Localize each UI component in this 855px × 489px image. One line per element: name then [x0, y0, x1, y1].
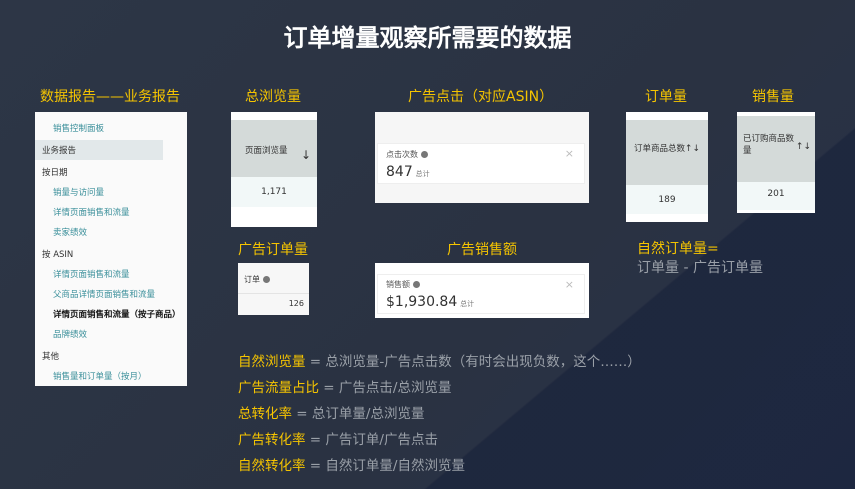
clicks-metric-tile[interactable]: 点击次数 × 847 总计 — [377, 143, 585, 184]
clicks-value: 847 — [386, 164, 413, 180]
clicks-suffix: 总计 — [415, 170, 430, 178]
units-value: 201 — [737, 182, 815, 210]
orders-card: 订单商品总数 ↑↓ 189 — [626, 112, 708, 222]
ad-sales-header: 销售额 — [386, 280, 410, 289]
formula-line: 广告流量占比 = 广告点击/总浏览量 — [238, 376, 451, 396]
sidebar-item: 其他 — [42, 352, 60, 362]
formula-name: 广告转化率 — [238, 432, 306, 448]
label-organic-orders: 自然订单量= — [637, 241, 719, 257]
info-icon — [420, 151, 428, 158]
sidebar-item: 按日期 — [42, 168, 68, 178]
ad-sales-metric-tile[interactable]: 销售额 × $1,930.84 总计 — [377, 274, 585, 314]
clicks-header: 点击次数 — [386, 150, 418, 159]
orders-column-header[interactable]: 订单商品总数 ↑↓ — [626, 120, 708, 185]
label-orders: 订单量 — [645, 89, 687, 105]
formula-expression: = 广告点击/总浏览量 — [319, 380, 452, 396]
sidebar-item[interactable]: 销售量和订单量（按月） — [35, 366, 187, 386]
report-sidebar: 销售控制面板 业务报告按日期销量与访问量 详情页面销售和流量 卖家绩效按 ASIN 详情… — [35, 112, 187, 386]
sidebar-item[interactable]: 卖家绩效 — [35, 222, 187, 242]
sort-icon[interactable]: ↑↓ — [685, 144, 700, 154]
close-icon[interactable]: × — [565, 278, 574, 291]
sidebar-item[interactable]: 销量与访问量 — [35, 182, 187, 202]
pageviews-value: 1,171 — [231, 177, 317, 207]
ad-sales-value: $1,930.84 — [386, 294, 458, 310]
sidebar-item[interactable]: 品牌绩效 — [35, 324, 187, 344]
sidebar-item: 按 ASIN — [42, 250, 74, 260]
sidebar-item[interactable]: 父商品详情页面销售和流量 — [35, 284, 187, 304]
organic-orders-formula: 订单量 - 广告订单量 — [637, 260, 763, 276]
header-text: 订单商品总数 — [634, 144, 686, 154]
sort-down-icon[interactable]: ↓ — [301, 148, 311, 162]
formula-line: 总转化率 = 总订单量/总浏览量 — [238, 402, 424, 422]
info-icon — [412, 281, 420, 288]
formula-name: 自然转化率 — [238, 458, 306, 474]
formula-line: 广告转化率 = 广告订单/广告点击 — [238, 428, 438, 448]
pageviews-card: 页面浏览量 ↓ 1,171 — [231, 112, 317, 227]
units-column-header[interactable]: 已订购商品数量 ↑↓ — [737, 116, 815, 182]
formula-name: 总转化率 — [238, 406, 292, 422]
units-card: 已订购商品数量 ↑↓ 201 — [737, 112, 815, 213]
ad-sales-suffix: 总计 — [460, 300, 475, 308]
info-icon — [262, 276, 270, 283]
label-units: 销售量 — [752, 89, 794, 105]
header-text: 页面浏览量 — [245, 146, 288, 156]
sidebar-item[interactable]: 详情页面销售和流量 — [35, 202, 187, 222]
label-ad-sales: 广告销售额 — [447, 242, 517, 258]
orders-value: 189 — [626, 185, 708, 214]
clicks-card: 点击次数 × 847 总计 — [375, 112, 589, 203]
label-pageviews: 总浏览量 — [245, 89, 301, 105]
close-icon[interactable]: × — [565, 147, 574, 160]
formula-name: 广告流量占比 — [238, 380, 319, 396]
ad-orders-value: 126 — [288, 299, 304, 308]
pageviews-column-header[interactable]: 页面浏览量 ↓ — [231, 120, 317, 177]
label-report: 数据报告——业务报告 — [40, 89, 180, 105]
header-text: 已订购商品数量 — [743, 134, 795, 156]
label-ad-orders: 广告订单量 — [238, 242, 308, 258]
ad-orders-card: 订单 126 — [238, 263, 309, 315]
ad-orders-header: 订单 — [244, 275, 260, 284]
sidebar-item[interactable]: 销售控制面板 — [35, 118, 187, 138]
formula-expression: = 总浏览量-广告点击数（有时会出现负数，这个……） — [305, 354, 641, 370]
formula-name: 自然浏览量 — [238, 354, 306, 370]
ad-sales-card: 销售额 × $1,930.84 总计 — [375, 263, 589, 318]
sidebar-item[interactable]: 详情页面销售和流量 — [35, 264, 187, 284]
formula-line: 自然浏览量 = 总浏览量-广告点击数（有时会出现负数，这个……） — [238, 350, 641, 370]
formula-expression: = 总订单量/总浏览量 — [292, 406, 425, 422]
formula-line: 自然转化率 = 自然订单量/自然浏览量 — [238, 454, 465, 474]
label-clicks: 广告点击（对应ASIN） — [408, 89, 554, 105]
formula-expression: = 广告订单/广告点击 — [305, 432, 438, 448]
sidebar-item[interactable]: 业务报告 — [35, 140, 163, 160]
formula-expression: = 自然订单量/自然浏览量 — [305, 458, 465, 474]
sidebar-item[interactable]: 详情页面销售和流量（按子商品） — [35, 304, 187, 324]
sort-icon[interactable]: ↑↓ — [796, 142, 811, 152]
page-title: 订单增量观察所需要的数据 — [283, 24, 572, 52]
